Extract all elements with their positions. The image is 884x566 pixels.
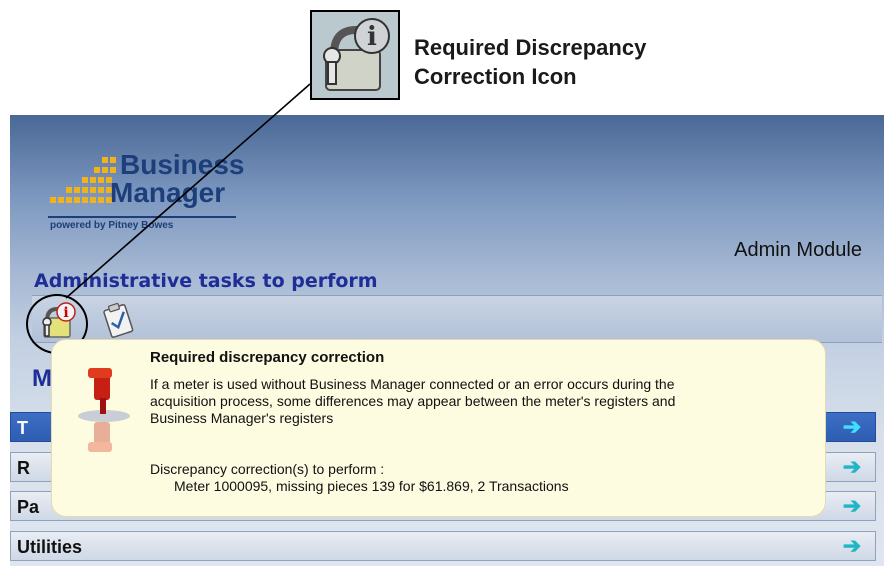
module-title: Admin Module xyxy=(734,239,862,261)
admin-tasks-toolbar: i xyxy=(32,295,882,343)
tooltip-subhead: Discrepancy correction(s) to perform : xyxy=(150,461,385,477)
menu-row-utilities[interactable]: Utilities ➔ xyxy=(10,531,876,561)
callout-title-line2: Correction Icon xyxy=(414,64,577,89)
svg-text:i: i xyxy=(367,22,377,52)
callout-title-line1: Required Discrepancy xyxy=(414,35,647,60)
callout-title: Required Discrepancy Correction Icon xyxy=(414,33,734,91)
menu-row-label: R xyxy=(17,458,30,478)
tooltip-body-line: acquisition process, some differences ma… xyxy=(150,393,676,409)
callout-lock-info-icon: i xyxy=(310,10,400,100)
tooltip-detail: Meter 1000095, missing pieces 139 for $6… xyxy=(174,478,569,494)
discrepancy-tooltip: Required discrepancy correction If a met… xyxy=(52,340,825,516)
arrow-right-icon[interactable]: ➔ xyxy=(837,416,867,438)
menu-row-label: T xyxy=(17,418,28,438)
menu-row-label: Utilities xyxy=(17,537,83,557)
logo-powered-by: powered by Pitney Bowes xyxy=(50,220,174,231)
section-heading-partial: M xyxy=(32,365,52,392)
logo-divider xyxy=(48,216,236,218)
menu-row-label: Pa xyxy=(17,497,40,517)
warning-figure-icon xyxy=(74,358,134,468)
arrow-right-icon[interactable]: ➔ xyxy=(837,535,867,557)
arrow-right-icon[interactable]: ➔ xyxy=(837,495,867,517)
tooltip-title: Required discrepancy correction xyxy=(150,349,385,366)
logo-text-manager: Manager xyxy=(110,177,226,208)
tooltip-body-line: If a meter is used without Business Mana… xyxy=(150,376,675,392)
business-manager-logo: Business Manager powered by Pitney Bowes xyxy=(40,145,245,240)
clipboard-check-icon[interactable] xyxy=(98,301,138,339)
tooltip-body: If a meter is used without Business Mana… xyxy=(150,376,810,427)
tooltip-body-line: Business Manager's registers xyxy=(150,410,334,426)
admin-tasks-heading: Administrative tasks to perform xyxy=(34,270,378,292)
arrow-right-icon[interactable]: ➔ xyxy=(837,456,867,478)
